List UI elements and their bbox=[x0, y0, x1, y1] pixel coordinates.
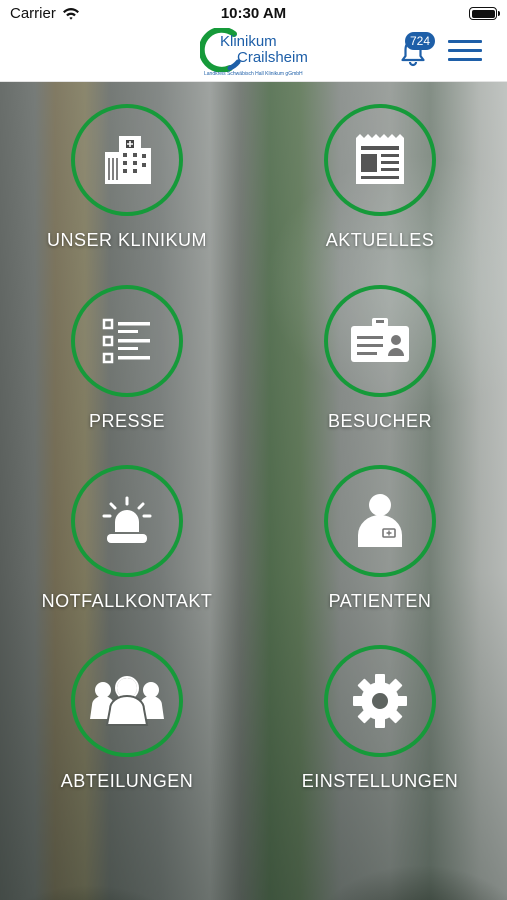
tile-icon-circle bbox=[324, 645, 436, 757]
gear-icon bbox=[353, 674, 407, 728]
tile-icon-circle bbox=[71, 465, 183, 577]
logo-line1: Klinikum bbox=[220, 33, 277, 50]
logo-line2: Crailsheim bbox=[237, 49, 308, 66]
tile-label: ABTEILUNGEN bbox=[60, 771, 194, 791]
hospital-icon bbox=[105, 136, 151, 184]
app-header: Klinikum Crailsheim Landkreis Schwäbisch… bbox=[0, 28, 507, 82]
klinikum-logo[interactable]: Klinikum Crailsheim Landkreis Schwäbisch… bbox=[200, 28, 310, 80]
tile-label: UNSER KLINIKUM bbox=[46, 230, 208, 250]
logo-subtitle: Landkreis Schwäbisch Hall Klinikum gGmbH bbox=[204, 71, 303, 77]
status-bar: Carrier 10:30 AM bbox=[0, 0, 507, 28]
tile-presse[interactable]: PRESSE bbox=[17, 263, 237, 433]
tile-einstellungen[interactable]: EINSTELLUNGEN bbox=[270, 623, 490, 793]
tile-icon-circle bbox=[71, 104, 183, 216]
tile-icon-circle bbox=[324, 104, 436, 216]
visitor-badge-icon bbox=[351, 318, 409, 362]
group-icon bbox=[90, 676, 164, 726]
tile-icon-circle bbox=[71, 645, 183, 757]
newspaper-icon bbox=[356, 134, 404, 184]
tile-label: PRESSE bbox=[88, 411, 166, 431]
list-icon bbox=[102, 318, 150, 364]
tile-icon-circle bbox=[324, 285, 436, 397]
tile-aktuelles[interactable]: AKTUELLES bbox=[270, 82, 490, 252]
hamburger-menu-icon[interactable] bbox=[448, 40, 482, 66]
tile-unser-klinikum[interactable]: UNSER KLINIKUM bbox=[17, 82, 237, 252]
menu-grid: UNSER KLINIKUM AKTUELLES PRESSE BESUCHER… bbox=[0, 82, 507, 900]
tile-besucher[interactable]: BESUCHER bbox=[270, 263, 490, 433]
tile-label: BESUCHER bbox=[327, 411, 433, 431]
tile-label: EINSTELLUNGEN bbox=[301, 771, 459, 791]
patient-icon bbox=[358, 494, 402, 547]
tile-icon-circle bbox=[324, 465, 436, 577]
tile-label: PATIENTEN bbox=[328, 591, 432, 611]
tile-patienten[interactable]: PATIENTEN bbox=[270, 443, 490, 613]
tile-abteilungen[interactable]: ABTEILUNGEN bbox=[17, 623, 237, 793]
tile-label: NOTFALLKONTAKT bbox=[41, 591, 213, 611]
clock: 10:30 AM bbox=[220, 5, 287, 22]
battery-icon bbox=[469, 7, 500, 20]
emergency-light-icon bbox=[102, 496, 152, 543]
tile-label: AKTUELLES bbox=[325, 230, 435, 250]
tile-notfallkontakt[interactable]: NOTFALLKONTAKT bbox=[17, 443, 237, 613]
notification-badge: 724 bbox=[405, 32, 435, 50]
tile-icon-circle bbox=[71, 285, 183, 397]
